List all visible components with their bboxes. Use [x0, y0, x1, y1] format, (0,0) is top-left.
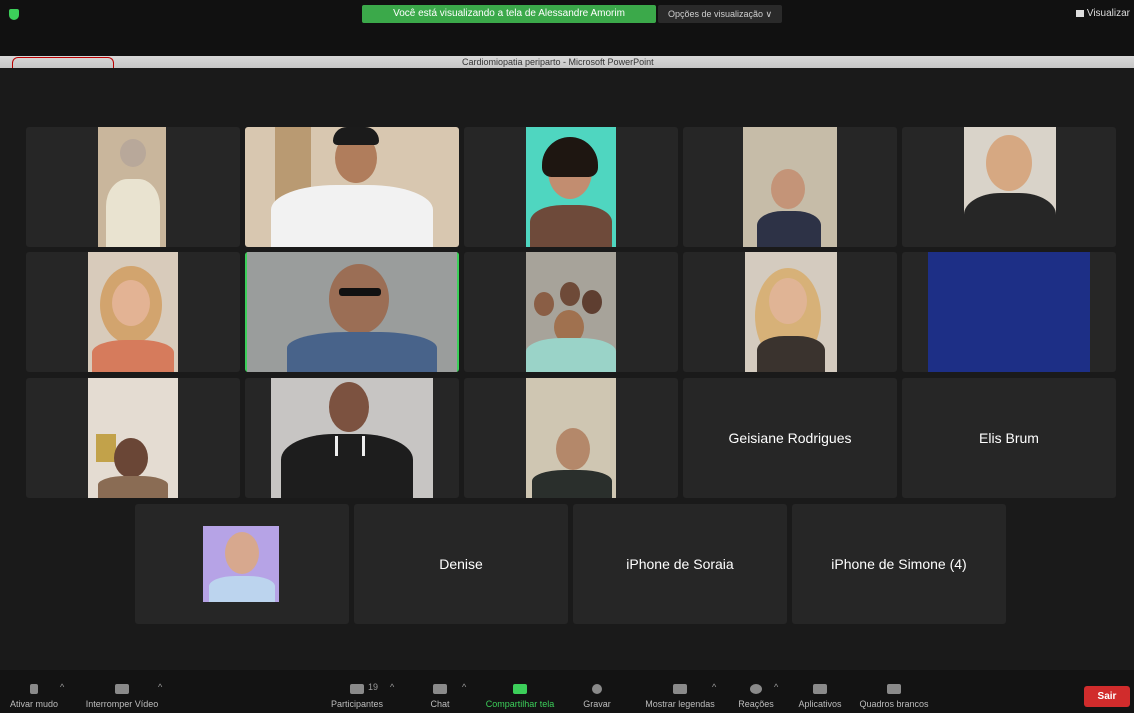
participant-name: Geisiane Rodrigues — [728, 430, 852, 446]
participant-video — [247, 252, 457, 372]
chat-bubble-icon — [433, 684, 447, 694]
shared-window-titlebar: Cardiomiopatia periparto - Microsoft Pow… — [0, 56, 1134, 68]
whiteboard-icon — [887, 684, 901, 694]
apps-button[interactable]: Aplicativos — [792, 670, 848, 713]
meeting-toolbar: ^ Ativar mudo ^ Interromper Vídeo 19 ^ P… — [0, 670, 1134, 713]
share-screen-icon — [513, 684, 527, 694]
whiteboards-button[interactable]: Quadros brancos — [854, 670, 934, 713]
participants-button[interactable]: 19 ^ Participantes — [322, 670, 394, 713]
participants-count: 19 — [368, 682, 379, 692]
record-icon — [592, 684, 602, 694]
shield-icon — [9, 9, 19, 20]
share-screen-button[interactable]: Compartilhar tela — [478, 670, 562, 713]
participant-name: Elis Brum — [979, 430, 1039, 446]
smiley-icon — [750, 684, 762, 694]
record-button[interactable]: Gravar — [574, 670, 620, 713]
video-tile[interactable] — [902, 127, 1116, 247]
video-tile[interactable] — [26, 252, 240, 372]
participant-video — [88, 252, 178, 372]
apps-icon — [813, 684, 827, 694]
participant-name: iPhone de Soraia — [626, 556, 734, 572]
chevron-up-icon[interactable]: ^ — [158, 682, 162, 692]
participant-video — [743, 127, 837, 247]
participant-video — [526, 252, 616, 372]
shared-window-title: Cardiomiopatia periparto - Microsoft Pow… — [462, 57, 654, 67]
top-bar: Você está visualizando a tela de Alessan… — [0, 0, 1134, 56]
participant-video — [526, 378, 616, 498]
participant-video — [245, 127, 459, 247]
chevron-up-icon[interactable]: ^ — [60, 682, 64, 692]
logo-icon — [12, 57, 114, 68]
participants-icon — [350, 684, 364, 694]
video-tile[interactable] — [245, 127, 459, 247]
chevron-up-icon[interactable]: ^ — [712, 682, 716, 692]
participant-video — [203, 526, 279, 602]
mute-button[interactable]: ^ Ativar mudo — [0, 670, 68, 713]
participant-tile[interactable]: Geisiane Rodrigues — [683, 378, 897, 498]
participant-video — [98, 127, 166, 247]
participant-tile[interactable]: iPhone de Soraia — [573, 504, 787, 624]
chat-button[interactable]: ^ Chat — [418, 670, 466, 713]
captions-button[interactable]: ^ Mostrar legendas — [634, 670, 726, 713]
video-tile[interactable] — [464, 378, 678, 498]
chevron-up-icon[interactable]: ^ — [390, 682, 394, 692]
video-tile[interactable] — [902, 252, 1116, 372]
video-tile[interactable] — [683, 127, 897, 247]
video-camera-icon — [115, 684, 129, 694]
participant-video — [88, 378, 178, 498]
participant-tile[interactable]: Elis Brum — [902, 378, 1116, 498]
participant-name: iPhone de Simone (4) — [831, 556, 967, 572]
video-tile[interactable] — [135, 504, 349, 624]
viewing-banner: Você está visualizando a tela de Alessan… — [362, 5, 656, 23]
participant-tile[interactable]: iPhone de Simone (4) — [792, 504, 1006, 624]
video-tile-active-speaker[interactable] — [245, 252, 459, 372]
stop-video-button[interactable]: ^ Interromper Vídeo — [78, 670, 166, 713]
leave-meeting-button[interactable]: Sair — [1084, 686, 1130, 707]
window-icon — [1075, 9, 1084, 17]
video-tile[interactable] — [245, 378, 459, 498]
view-options-button[interactable]: Opções de visualização ∨ — [658, 5, 783, 23]
chevron-up-icon[interactable]: ^ — [462, 682, 466, 692]
participant-tile[interactable]: Denise — [354, 504, 568, 624]
participant-name: Denise — [439, 556, 483, 572]
closed-captions-icon — [673, 684, 687, 694]
participant-video — [745, 252, 837, 372]
video-tile[interactable] — [683, 252, 897, 372]
participant-video — [928, 252, 1090, 372]
visualizar-button[interactable]: Visualizar — [1075, 4, 1130, 24]
reactions-button[interactable]: ^ Reações — [734, 670, 778, 713]
microphone-icon — [30, 684, 38, 694]
video-tile[interactable] — [26, 378, 240, 498]
chevron-up-icon[interactable]: ^ — [774, 682, 778, 692]
video-tile[interactable] — [26, 127, 240, 247]
participant-video — [964, 127, 1056, 247]
participant-video — [271, 378, 433, 498]
video-tile[interactable] — [464, 127, 678, 247]
video-tile[interactable] — [464, 252, 678, 372]
participant-video — [526, 127, 616, 247]
